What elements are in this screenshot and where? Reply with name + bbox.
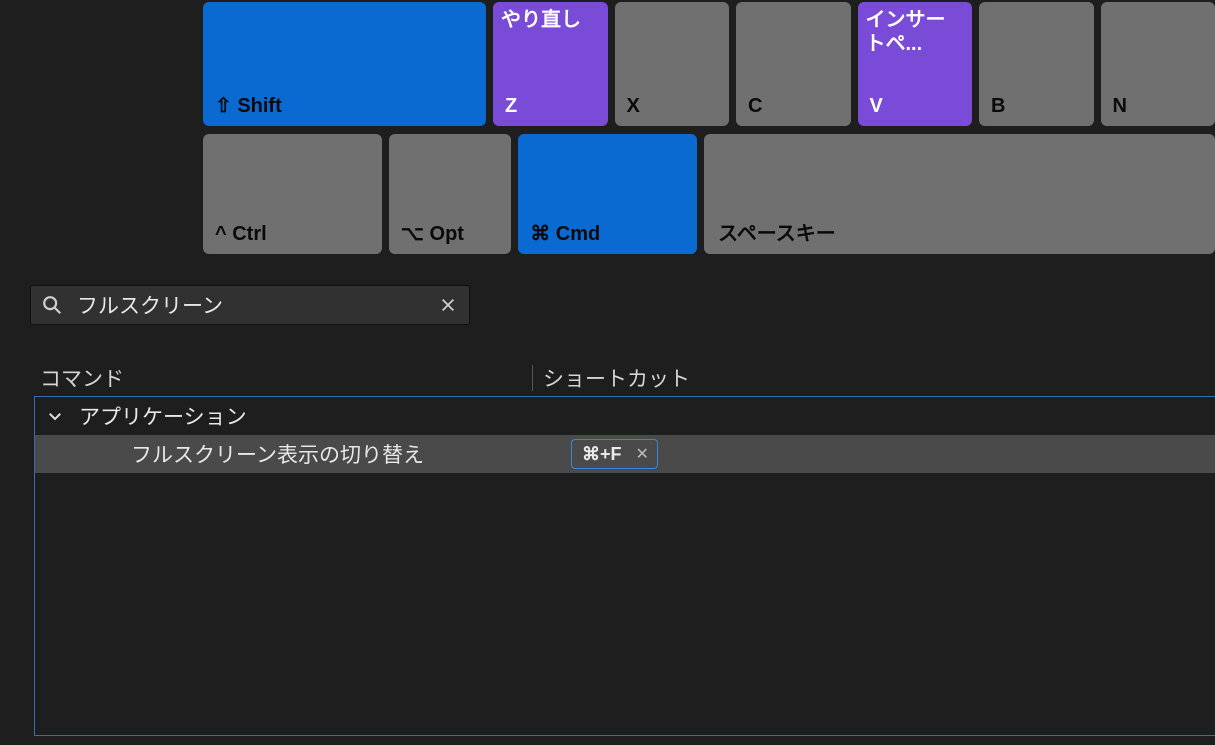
shortcut-tag[interactable]: ⌘+F ✕: [571, 439, 658, 469]
table-row[interactable]: フルスクリーン表示の切り替え ⌘+F ✕: [35, 435, 1215, 473]
key-[interactable]: スペースキー: [704, 134, 1215, 254]
key-label: Z: [505, 95, 517, 118]
key-assigned-label: インサートペ...: [866, 8, 965, 56]
key-b[interactable]: B: [979, 2, 1094, 126]
column-header-command[interactable]: コマンド: [34, 363, 532, 393]
key-label: スペースキー: [718, 217, 836, 246]
search-input[interactable]: [63, 293, 431, 317]
key-label: B: [991, 95, 1005, 118]
key-ctrl[interactable]: ^ Ctrl: [203, 134, 382, 254]
shortcut-text: ⌘+F: [582, 444, 622, 465]
shortcut-table: コマンド ショートカット アプリケーション フルスクリーン表示の切り替え ⌘+F…: [34, 360, 1215, 745]
key-c[interactable]: C: [736, 2, 851, 126]
key-label: V: [870, 95, 883, 118]
remove-shortcut-icon[interactable]: ✕: [636, 444, 649, 464]
keyboard-row-2: ^ Ctrl ⌥ Opt ⌘ Cmd スペースキー: [203, 134, 1215, 254]
keyboard-area: ⇧ Shift やり直し Z X C インサートペ... V B N ^ Ctrl ⌥ Opt ⌘ …: [0, 0, 1215, 262]
key-n[interactable]: N: [1101, 2, 1215, 126]
key-z[interactable]: やり直し Z: [493, 2, 608, 126]
key-label: ⌥ Opt: [401, 221, 464, 246]
key-label: ⌘ Cmd: [530, 221, 600, 246]
column-header-shortcut[interactable]: ショートカット: [532, 365, 1215, 391]
table-header: コマンド ショートカット: [34, 360, 1215, 396]
key-label: ⇧ Shift: [215, 93, 282, 118]
table-body: アプリケーション フルスクリーン表示の切り替え ⌘+F ✕: [34, 396, 1215, 736]
key-label: N: [1113, 95, 1127, 118]
key-x[interactable]: X: [615, 2, 730, 126]
chevron-down-icon[interactable]: [43, 404, 67, 428]
tree-group-application[interactable]: アプリケーション: [35, 397, 1215, 435]
key-cmd[interactable]: ⌘ Cmd: [518, 134, 697, 254]
tree-group-label: アプリケーション: [79, 401, 247, 431]
key-assigned-label: やり直し: [501, 8, 600, 32]
clear-search-icon[interactable]: [431, 288, 465, 322]
key-v[interactable]: インサートペ... V: [858, 2, 973, 126]
key-label: C: [748, 95, 762, 118]
search-field-wrap: [30, 285, 470, 325]
key-label: X: [627, 95, 640, 118]
key-label: ^ Ctrl: [215, 223, 267, 246]
command-label: フルスクリーン表示の切り替え: [131, 439, 535, 469]
search-icon: [41, 294, 63, 316]
key-opt[interactable]: ⌥ Opt: [389, 134, 511, 254]
key-shift[interactable]: ⇧ Shift: [203, 2, 486, 126]
keyboard-row-1: ⇧ Shift やり直し Z X C インサートペ... V B N: [203, 2, 1215, 126]
